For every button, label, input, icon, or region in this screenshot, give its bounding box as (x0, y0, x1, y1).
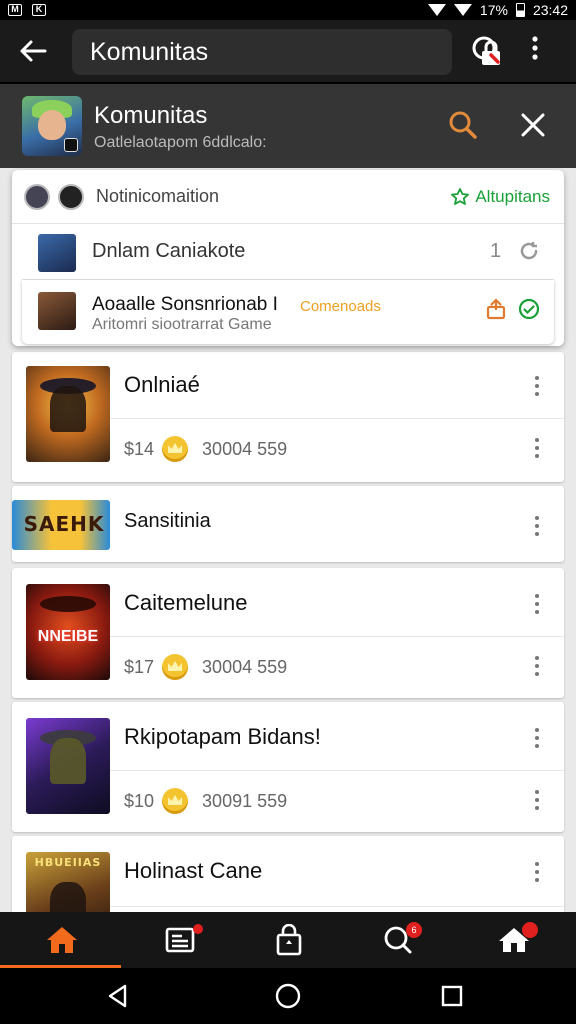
game-name: Caitemelune (124, 590, 248, 615)
community-avatar[interactable] (22, 96, 82, 156)
refresh-icon[interactable] (518, 240, 540, 262)
bottom-navigation: 6 (0, 912, 576, 968)
game-price: $14 (124, 438, 155, 459)
crown-coin-icon (162, 654, 189, 680)
battery-icon (515, 3, 525, 17)
system-navigation-bar (0, 968, 576, 1024)
signal-icon (453, 4, 472, 16)
popup-item-text: Dnlam Caniakote (92, 240, 246, 262)
popup-header: Notinicomaition Altupitans (12, 170, 564, 224)
clock: 23:42 (532, 2, 568, 18)
search-icon[interactable] (470, 34, 502, 66)
game-list-item[interactable]: NNEIBE Caitemelune $17 30004 559 (12, 568, 564, 698)
coin-amount: 30004 559 (202, 656, 288, 677)
game-art: SAEHK (12, 500, 110, 550)
price-line: $14 30004 559 (124, 436, 287, 462)
game-name: Onlniaé (124, 372, 200, 397)
verified-badge-icon (64, 138, 78, 152)
community-banner: Komunitas Oatlelaotapom 6ddlcalo: (0, 84, 576, 168)
game-art: NNEIBE (26, 584, 110, 680)
feed[interactable]: Notinicomaition Altupitans Dnlam Caniako… (0, 168, 576, 912)
tab-shop[interactable] (231, 912, 346, 968)
game-price: $17 (124, 656, 155, 677)
app-bar: Komunitas (0, 20, 576, 82)
popup-item[interactable]: Dnlam Caniakote 1 (22, 224, 554, 280)
item-menu-button[interactable] (534, 594, 540, 614)
star-outline-icon (451, 188, 470, 205)
back-button[interactable] (0, 20, 66, 82)
notification-label: Notinicomaition (96, 186, 220, 206)
share-icon[interactable] (486, 298, 506, 320)
price-line: $10 30091 559 (124, 788, 287, 814)
tab-house[interactable] (456, 912, 571, 968)
options-link[interactable]: Altupitans (451, 187, 550, 207)
popup-item-subtitle: Aritomri siootrarrat Game (92, 316, 272, 333)
arrow-left-icon (20, 40, 47, 62)
kebab-menu-icon (532, 36, 538, 60)
notification-popup: Notinicomaition Altupitans Dnlam Caniako… (12, 170, 564, 346)
user-avatar[interactable] (58, 183, 84, 210)
game-name: Sansitinia (124, 510, 211, 532)
item-menu-button[interactable] (534, 516, 540, 536)
game-list-item[interactable]: Rkipotapam Bidans! $10 30091 559 (12, 702, 564, 832)
battery-percent: 17% (479, 2, 508, 18)
check-circle-icon[interactable] (518, 298, 540, 320)
game-art (26, 718, 110, 814)
close-icon[interactable] (520, 112, 546, 138)
item-menu-button[interactable] (534, 728, 540, 748)
coin-amount: 30091 559 (202, 790, 288, 811)
home-icon (46, 927, 77, 953)
banner-search-icon[interactable] (448, 110, 478, 140)
triangle-back-icon (108, 984, 127, 1008)
game-list-item[interactable]: SAEHK Sansitinia (12, 486, 564, 562)
popup-item-count: 1 (490, 240, 502, 262)
notification-badge: 6 (406, 922, 422, 938)
notification-badge (522, 922, 538, 938)
game-price: $10 (124, 790, 155, 811)
game-name: Holinast Cane (124, 858, 263, 883)
status-bar: M K 17% 23:42 (0, 0, 576, 20)
game-art: HBUEIIAS (26, 852, 110, 912)
crown-coin-icon (162, 788, 189, 814)
square-recents-icon (441, 985, 463, 1007)
game-art (26, 366, 110, 462)
tab-home[interactable] (4, 912, 119, 968)
wifi-icon (427, 4, 446, 16)
news-icon (165, 927, 194, 953)
gmail-icon: M (8, 4, 22, 16)
popup-item-title: Aoaalle Sonsnrionab I (92, 294, 278, 315)
item-menu-button[interactable] (534, 862, 540, 882)
system-back-button[interactable] (98, 982, 138, 1010)
app-notification-icon: K (32, 4, 46, 16)
game-thumbnail (38, 234, 76, 272)
more-options-button[interactable] (532, 36, 538, 65)
game-thumbnail (38, 292, 76, 330)
item-menu-button[interactable] (534, 656, 540, 676)
user-avatar[interactable] (24, 183, 50, 210)
coin-amount: 30004 559 (202, 438, 288, 459)
tab-news[interactable] (123, 912, 238, 968)
system-home-button[interactable] (268, 982, 308, 1010)
game-list-item[interactable]: Onlniaé $14 30004 559 (12, 352, 564, 482)
popup-item[interactable]: Aoaalle Sonsnrionab I Aritomri siootrarr… (22, 280, 554, 344)
system-recents-button[interactable] (432, 982, 472, 1010)
search-input[interactable]: Komunitas (72, 29, 500, 75)
price-line: $17 30004 559 (124, 654, 287, 680)
banner-title: Komunitas (94, 102, 208, 129)
crown-coin-icon (162, 436, 189, 462)
item-menu-button[interactable] (534, 790, 540, 810)
shop-bag-icon (276, 924, 301, 956)
game-name: Rkipotapam Bidans! (124, 724, 321, 749)
comments-tag[interactable]: Comenoads (300, 298, 381, 315)
circle-home-icon (275, 983, 301, 1009)
item-menu-button[interactable] (534, 438, 540, 458)
tab-search[interactable]: 6 (340, 912, 455, 968)
notification-badge (193, 924, 203, 934)
app-bar-title: Komunitas (90, 37, 209, 66)
banner-subtitle: Oatlelaotapom 6ddlcalo: (94, 134, 267, 151)
game-list-item[interactable]: HBUEIIAS Holinast Cane (12, 836, 564, 912)
item-menu-button[interactable] (534, 376, 540, 396)
